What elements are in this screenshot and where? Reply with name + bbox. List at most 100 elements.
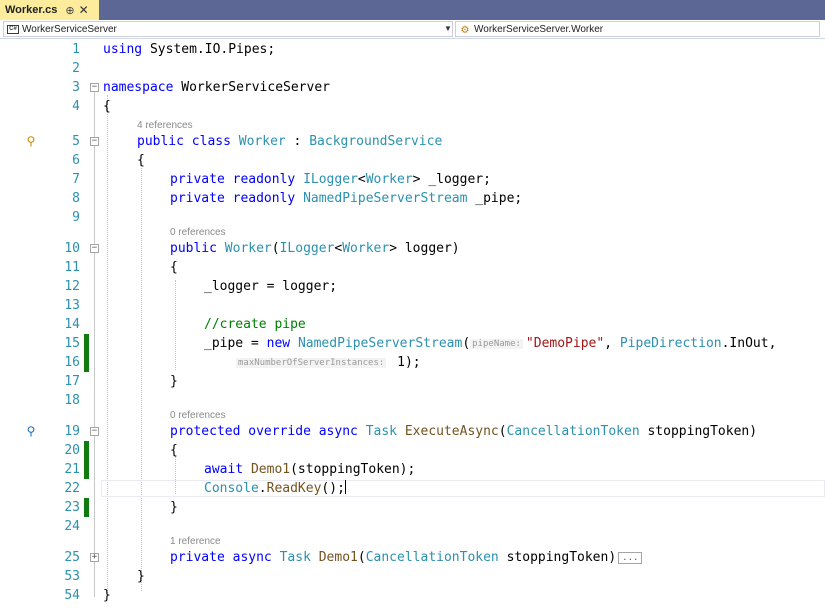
collapse-toggle[interactable]: − <box>90 83 99 92</box>
code-line: 3 − namespace WorkerServiceServer <box>0 78 825 97</box>
line-number: 15 <box>64 336 80 351</box>
line-number: 10 <box>64 241 80 256</box>
line-code: using System.IO.Pipes; <box>103 42 276 57</box>
type-name: WorkerServiceServer.Worker <box>474 23 604 35</box>
change-indicator <box>84 353 89 372</box>
line-code: } <box>137 569 145 584</box>
expand-toggle[interactable]: + <box>90 553 99 562</box>
code-line: 24 <box>0 517 825 536</box>
type-dropdown[interactable]: ▼ ⚙ WorkerServiceServer.Worker <box>444 21 820 37</box>
inline-parameter-hint: maxNumberOfServerInstances: <box>236 358 387 368</box>
codelens-references[interactable]: 4 references <box>137 119 193 132</box>
close-icon[interactable]: ✕ <box>79 3 89 17</box>
code-line: 25 + private async Task Demo1(Cancellati… <box>0 548 825 567</box>
codelens-references[interactable]: 1 reference <box>170 535 221 548</box>
line-number: 11 <box>64 260 80 275</box>
line-code: { <box>137 153 145 168</box>
line-code: } <box>170 374 178 389</box>
code-line: 11 { <box>0 258 825 277</box>
line-number: 2 <box>72 61 80 76</box>
collapsed-region-button[interactable]: ... <box>618 552 643 564</box>
code-line: 23 } <box>0 498 825 517</box>
line-number: 53 <box>64 569 80 584</box>
line-code: } <box>103 588 111 603</box>
line-number: 54 <box>64 588 80 603</box>
line-number: 21 <box>64 462 80 477</box>
chevron-down-icon[interactable]: ▼ <box>444 24 452 33</box>
code-editor[interactable]: 1 using System.IO.Pipes; 2 3 − namespace… <box>0 40 825 608</box>
line-number: 12 <box>64 279 80 294</box>
line-number: 8 <box>72 191 80 206</box>
line-number: 17 <box>64 374 80 389</box>
navigation-bar: C# WorkerServiceServer ▼ ⚙ WorkerService… <box>0 20 825 39</box>
line-number: 19 <box>64 424 80 439</box>
line-number: 7 <box>72 172 80 187</box>
line-number: 23 <box>64 500 80 515</box>
line-number: 14 <box>64 317 80 332</box>
code-line: 14 //create pipe <box>0 315 825 334</box>
project-dropdown[interactable]: C# WorkerServiceServer <box>3 21 453 37</box>
line-code: namespace WorkerServiceServer <box>103 80 330 95</box>
code-line: 6 { <box>0 151 825 170</box>
code-line: 8 private readonly NamedPipeServerStream… <box>0 189 825 208</box>
code-line: 7 private readonly ILogger<Worker> _logg… <box>0 170 825 189</box>
inline-parameter-hint: pipeName: <box>470 339 523 349</box>
code-line: 9 <box>0 208 825 227</box>
line-code: { <box>103 99 111 114</box>
codelens-references[interactable]: 0 references <box>170 409 226 422</box>
line-number: 18 <box>64 393 80 408</box>
line-number: 22 <box>64 481 80 496</box>
collapse-toggle[interactable]: − <box>90 137 99 146</box>
line-number: 4 <box>72 99 80 114</box>
code-line: ⚲ 19 − protected override async Task Exe… <box>0 422 825 441</box>
line-number: 16 <box>64 355 80 370</box>
code-line: 22 Console.ReadKey(); <box>0 479 825 498</box>
class-icon: ⚙ <box>460 24 470 36</box>
line-code: await Demo1(stoppingToken); <box>204 462 416 477</box>
code-line: 21 await Demo1(stoppingToken); <box>0 460 825 479</box>
line-code: } <box>170 500 178 515</box>
code-line: 18 <box>0 391 825 410</box>
collapse-toggle[interactable]: − <box>90 427 99 436</box>
line-code: private async Task Demo1(CancellationTok… <box>170 548 643 567</box>
tab-title: Worker.cs <box>5 4 58 16</box>
code-line: 53 } <box>0 567 825 586</box>
line-code: maxNumberOfServerInstances: 1); <box>236 355 421 370</box>
line-code: { <box>170 443 178 458</box>
code-line: 13 <box>0 296 825 315</box>
line-number: 9 <box>72 210 80 225</box>
line-code: public Worker(ILogger<Worker> logger) <box>170 241 460 256</box>
code-line: 20 { <box>0 441 825 460</box>
line-code: protected override async Task ExecuteAsy… <box>170 424 758 439</box>
line-number: 3 <box>72 80 80 95</box>
codelens-references[interactable]: 0 references <box>170 226 226 239</box>
line-code: _logger = logger; <box>204 279 338 294</box>
line-code: Console.ReadKey(); <box>204 480 346 496</box>
override-glyph-icon[interactable]: ⚲ <box>24 424 38 438</box>
document-tab-strip: Worker.cs ⊕ ✕ <box>0 0 825 20</box>
change-indicator <box>84 334 89 353</box>
implementation-glyph-icon[interactable]: ⚲ <box>24 134 38 148</box>
line-code: private readonly NamedPipeServerStream _… <box>170 191 523 206</box>
line-number: 25 <box>64 550 80 565</box>
code-line: 2 <box>0 59 825 78</box>
collapse-toggle[interactable]: − <box>90 244 99 253</box>
code-line: 15 _pipe = new NamedPipeServerStream(pip… <box>0 334 825 353</box>
line-code: private readonly ILogger<Worker> _logger… <box>170 172 491 187</box>
text-caret <box>344 480 346 494</box>
line-number: 5 <box>72 134 80 149</box>
csharp-project-icon: C# <box>7 24 19 34</box>
line-code: //create pipe <box>204 317 306 332</box>
pin-icon[interactable]: ⊕ <box>65 4 74 17</box>
code-line: 12 _logger = logger; <box>0 277 825 296</box>
line-code: _pipe = new NamedPipeServerStream(pipeNa… <box>204 336 777 351</box>
code-line: 17 } <box>0 372 825 391</box>
tab-worker-cs[interactable]: Worker.cs ⊕ ✕ <box>0 0 99 20</box>
line-number: 1 <box>72 42 80 57</box>
line-code: public class Worker : BackgroundService <box>137 134 443 149</box>
line-number: 13 <box>64 298 80 313</box>
code-line: 10 − public Worker(ILogger<Worker> logge… <box>0 239 825 258</box>
code-line: 16 maxNumberOfServerInstances: 1); <box>0 353 825 372</box>
code-line: 54 } <box>0 586 825 605</box>
project-name: WorkerServiceServer <box>22 23 117 35</box>
